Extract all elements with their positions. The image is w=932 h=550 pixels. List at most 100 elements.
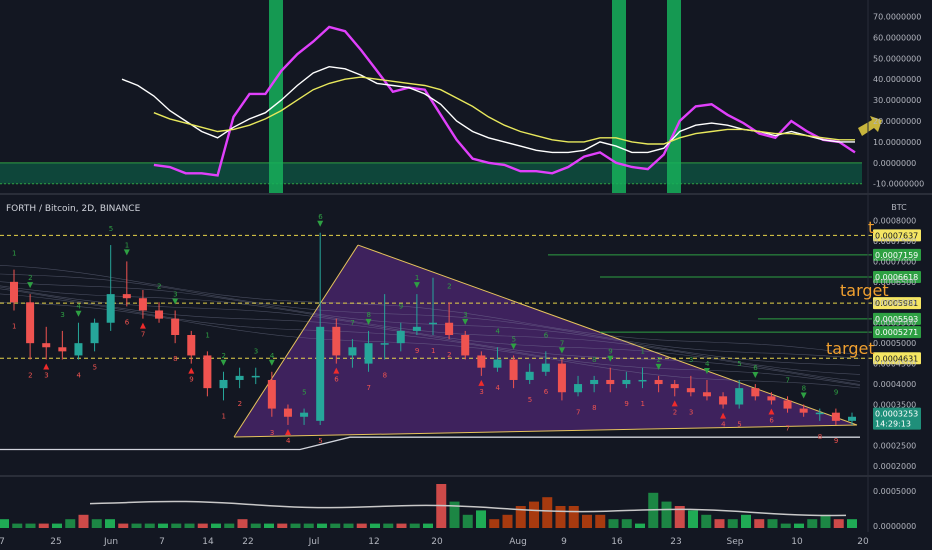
volume-bar [847, 519, 857, 528]
up-count-label: 1 [205, 331, 209, 339]
oscillator-tick: 30.0000000 [873, 96, 921, 105]
volume-bar [529, 501, 539, 528]
candle-body [412, 326, 421, 331]
up-count-label: 5 [109, 225, 113, 233]
volume-bar [290, 523, 301, 528]
chart-background [0, 0, 932, 550]
date-label: 7 [159, 537, 165, 547]
up-count-label: 3 [60, 311, 64, 319]
up-count-label: 3 [173, 290, 177, 298]
volume-bar [807, 519, 818, 528]
down-count-label: 7 [367, 384, 371, 392]
candle-body [122, 294, 131, 299]
oscillator-tick: 40.0000000 [873, 75, 921, 84]
volume-bar [635, 523, 645, 528]
candle-body [686, 388, 695, 393]
down-count-label: 8 [592, 404, 596, 412]
date-label: 14 [202, 537, 214, 547]
up-count-label: 2 [222, 352, 226, 360]
volume-bar [661, 501, 672, 528]
down-count-label: 1 [12, 322, 16, 330]
candle-body [541, 363, 550, 372]
date-label: 20 [857, 537, 869, 547]
candle-body [461, 335, 470, 356]
down-count-label: 1 [431, 347, 435, 355]
volume-bar [409, 523, 420, 528]
oscillator-tick: 20.0000000 [873, 117, 921, 126]
candle-body [348, 347, 357, 356]
up-count-label: 4 [76, 303, 81, 311]
up-count-label: 3 [463, 311, 467, 319]
up-count-label: 5 [737, 360, 741, 368]
candle-body [155, 310, 164, 319]
down-count-label: 6 [769, 417, 774, 425]
candle-body [26, 302, 35, 344]
volume-tick: 0.0000000 [873, 522, 916, 531]
candle-body [445, 322, 454, 335]
up-count-label: 1 [125, 241, 129, 249]
candle-body [831, 412, 840, 421]
candle-body [58, 347, 67, 352]
down-count-label: 6 [544, 388, 549, 396]
volume-bar [317, 523, 327, 528]
down-count-label: 5 [528, 396, 532, 404]
down-count-label: 8 [818, 433, 822, 441]
signal-bar [269, 0, 283, 194]
up-count-label: 4 [270, 352, 275, 360]
volume-bar [502, 514, 513, 528]
up-count-label: 2 [157, 282, 161, 290]
volume-bar [91, 519, 102, 528]
volume-bar [568, 506, 579, 528]
volume-bar [343, 523, 354, 528]
down-count-label: 8 [383, 372, 387, 380]
up-count-label: 2 [657, 356, 661, 364]
candle-body [815, 412, 824, 415]
oscillator-tick: -10.0000000 [873, 180, 924, 189]
down-count-label: 4 [495, 384, 500, 392]
candle-body [751, 388, 760, 397]
volume-bar [211, 523, 221, 528]
date-label: 10 [791, 537, 803, 547]
down-count-label: 2 [447, 351, 451, 359]
down-count-label: 6 [125, 318, 130, 326]
volume-bar [118, 523, 129, 528]
down-count-label: 9 [189, 376, 193, 384]
down-count-label: 4 [76, 372, 81, 380]
down-count-label: 8 [173, 355, 177, 363]
volume-bar [12, 523, 23, 528]
oscillator-tick: 60.0000000 [873, 33, 921, 42]
up-count-label: 8 [592, 356, 596, 364]
up-count-label: 6 [753, 364, 758, 372]
candle-body [283, 408, 292, 417]
candle-body [429, 322, 437, 325]
volume-bar [833, 519, 844, 528]
date-label: 9 [561, 537, 567, 547]
oscillator-band [0, 162, 862, 184]
date-label: Sep [727, 537, 744, 547]
price-tick: 0.0004000 [873, 380, 916, 389]
candle-body [364, 343, 373, 364]
candle-body [509, 359, 518, 380]
candle-body [203, 355, 212, 389]
volume-bar [595, 514, 606, 528]
down-count-label: 7 [576, 408, 580, 416]
candle-body [622, 379, 631, 385]
down-count-label: 5 [318, 437, 322, 445]
up-count-label: 7 [786, 376, 790, 384]
candle-body [574, 384, 583, 393]
candle-body [767, 396, 776, 401]
up-count-label: 2 [28, 274, 32, 282]
volume-bar [462, 514, 473, 528]
candle-body [396, 330, 405, 344]
price-tick: 0.0002000 [873, 462, 916, 471]
candle-body [654, 379, 663, 385]
price-unit: BTC [891, 203, 907, 212]
candle-body [670, 384, 679, 389]
up-count-label: 3 [254, 348, 258, 356]
date-label: Aug [509, 537, 527, 547]
price-tick: 0.0005500 [873, 319, 916, 328]
up-count-label: 3 [689, 356, 693, 364]
candle-body [267, 379, 276, 409]
volume-bar [171, 523, 182, 528]
candle-body [606, 379, 615, 385]
